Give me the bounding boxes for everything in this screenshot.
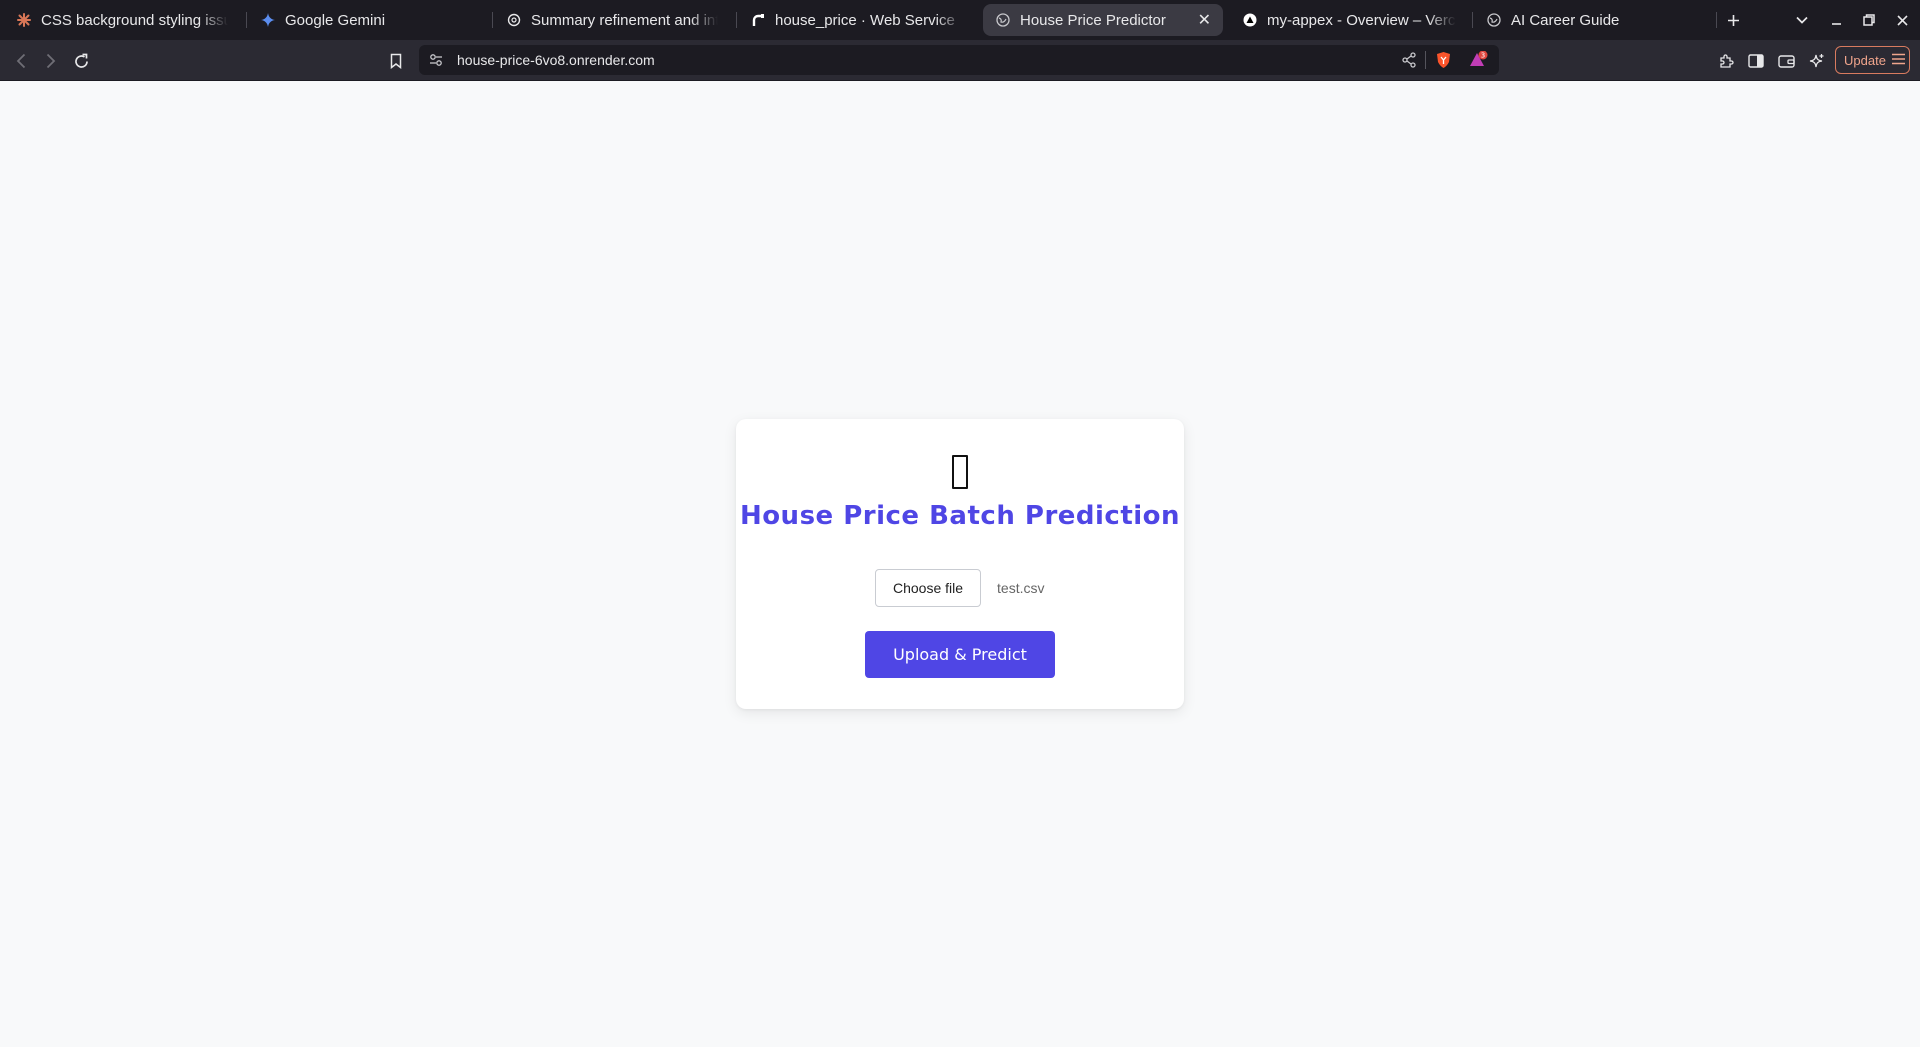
back-icon[interactable] xyxy=(8,48,34,74)
tab-separator xyxy=(736,12,737,28)
tab-title: house_price · Web Service xyxy=(775,11,955,29)
tab-house-price-predictor[interactable]: House Price Predictor ✕ xyxy=(983,4,1223,36)
tab-strip: CSS background styling issue Google Gemi… xyxy=(0,0,1920,40)
new-tab-icon[interactable] xyxy=(1721,8,1745,32)
tab-title: Google Gemini xyxy=(285,11,386,29)
tab-separator xyxy=(1716,12,1717,28)
tab-title: AI Career Guide xyxy=(1511,11,1620,29)
tab-google-gemini[interactable]: Google Gemini xyxy=(248,4,488,36)
bookmark-icon[interactable] xyxy=(383,48,409,74)
leo-ai-icon[interactable] xyxy=(1803,48,1829,74)
tab-title: House Price Predictor xyxy=(1020,11,1166,29)
render-icon xyxy=(750,12,766,28)
urlbar-divider xyxy=(1425,51,1426,69)
update-label: Update xyxy=(1844,52,1886,68)
tab-my-appex-vercel[interactable]: my-appex - Overview – Verce xyxy=(1230,4,1468,36)
brave-shields-icon[interactable] xyxy=(1435,51,1452,74)
extensions-icon[interactable] xyxy=(1713,48,1739,74)
address-bar[interactable]: house-price-6vo8.onrender.com 3 xyxy=(419,45,1499,75)
selected-file-name: test.csv xyxy=(997,580,1045,596)
tab-ai-career-guide[interactable]: AI Career Guide xyxy=(1474,4,1710,36)
update-button[interactable]: Update xyxy=(1835,46,1910,74)
share-icon[interactable] xyxy=(1401,52,1417,73)
hamburger-menu-icon xyxy=(1891,53,1906,68)
tab-css-background[interactable]: CSS background styling issue xyxy=(4,4,240,36)
restore-window-icon[interactable] xyxy=(1857,8,1881,32)
rewards-badge-count: 3 xyxy=(1481,52,1485,60)
reload-icon[interactable] xyxy=(68,48,94,74)
tab-separator xyxy=(246,12,247,28)
tab-separator xyxy=(492,12,493,28)
page-title: House Price Batch Prediction xyxy=(739,501,1181,531)
tab-title: my-appex - Overview – Verce xyxy=(1267,11,1456,29)
tab-title: Summary refinement and inte xyxy=(531,11,718,29)
tab-summary-refinement[interactable]: Summary refinement and inte xyxy=(494,4,730,36)
prediction-card: House Price Batch Prediction Choose file… xyxy=(736,419,1184,709)
house-emoji-icon xyxy=(952,455,968,489)
vercel-icon xyxy=(1242,12,1258,28)
url-text: house-price-6vo8.onrender.com xyxy=(457,52,655,68)
minimize-icon[interactable] xyxy=(1824,8,1848,32)
close-window-icon[interactable] xyxy=(1890,8,1914,32)
tab-house-price-web-service[interactable]: house_price · Web Service xyxy=(738,4,976,36)
gemini-icon xyxy=(260,12,276,28)
wallet-icon[interactable] xyxy=(1773,48,1799,74)
claude-icon xyxy=(16,12,32,28)
browser-toolbar: house-price-6vo8.onrender.com 3 Update xyxy=(0,40,1920,81)
chatgpt-icon xyxy=(506,12,522,28)
close-tab-icon[interactable]: ✕ xyxy=(1198,10,1211,30)
file-input[interactable]: Choose file test.csv xyxy=(875,569,1045,607)
tab-separator xyxy=(1472,12,1473,28)
globe-icon xyxy=(1486,12,1502,28)
upload-predict-button[interactable]: Upload & Predict xyxy=(865,631,1055,678)
globe-icon xyxy=(995,12,1011,28)
choose-file-button[interactable]: Choose file xyxy=(875,569,982,607)
sidebar-toggle-icon[interactable] xyxy=(1743,48,1769,74)
tab-title: CSS background styling issue xyxy=(41,11,228,29)
site-settings-icon[interactable] xyxy=(428,52,444,73)
forward-icon[interactable] xyxy=(38,48,64,74)
brave-rewards-icon[interactable]: 3 xyxy=(1469,50,1489,74)
page-content: House Price Batch Prediction Choose file… xyxy=(0,82,1920,1047)
tab-list-chevron-down-icon[interactable] xyxy=(1790,8,1814,32)
